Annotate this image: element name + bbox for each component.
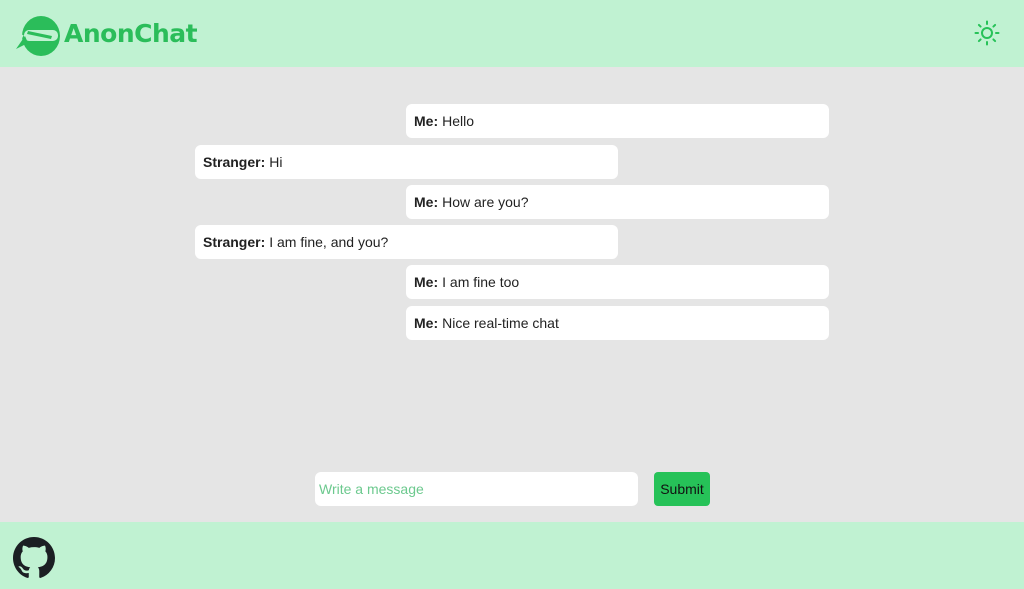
message-sender: Me: [414, 113, 439, 129]
message-text: I am fine too [442, 274, 520, 290]
message-sender: Me: [414, 274, 439, 290]
brand-name: AnonChat [64, 19, 198, 48]
chat-window: Me: Hello Stranger: Hi Me: How are you? … [0, 67, 1024, 522]
theme-toggle-button[interactable] [974, 20, 1000, 46]
message-item: Me: How are you? [406, 185, 829, 219]
message-text: Hi [269, 154, 283, 170]
footer-bar [0, 522, 1024, 589]
message-sender: Stranger: [203, 154, 266, 170]
message-composer: Submit [315, 472, 710, 506]
message-sender: Me: [414, 194, 439, 210]
submit-button[interactable]: Submit [654, 472, 710, 506]
message-text: Hello [442, 113, 475, 129]
message-sender: Me: [414, 315, 439, 331]
message-text: How are you? [442, 194, 529, 210]
logo-link[interactable]: AnonChat [15, 11, 198, 57]
message-sender: Stranger: [203, 234, 266, 250]
github-link[interactable] [13, 537, 55, 579]
header-bar: AnonChat [0, 0, 1024, 67]
github-icon [13, 537, 55, 578]
message-text: Nice real-time chat [442, 315, 559, 331]
ninja-mask-icon [16, 15, 60, 56]
message-item: Stranger: I am fine, and you? [195, 225, 618, 259]
message-item: Me: Nice real-time chat [406, 306, 829, 340]
sun-icon [974, 20, 1000, 46]
message-item: Me: Hello [406, 104, 829, 138]
message-input[interactable] [315, 472, 638, 506]
message-item: Stranger: Hi [195, 145, 618, 179]
message-text: I am fine, and you? [269, 234, 389, 250]
message-item: Me: I am fine too [406, 265, 829, 299]
